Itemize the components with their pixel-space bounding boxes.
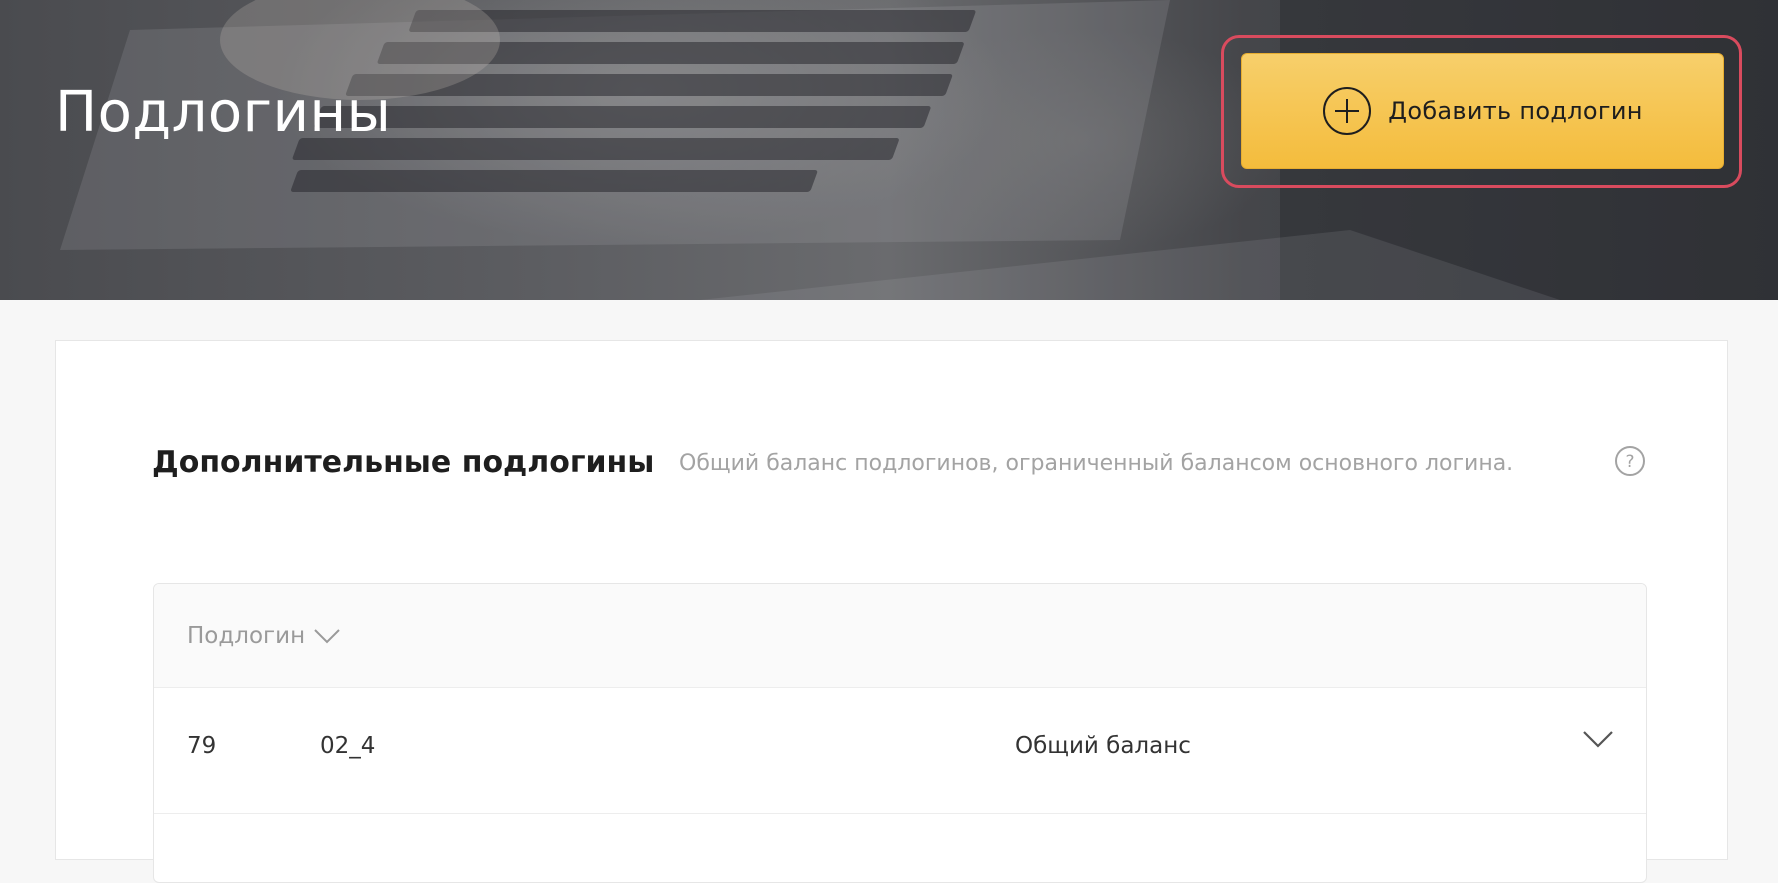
table-row[interactable]: 79 02_4 Общий баланс — [154, 688, 1646, 814]
row-sublogin-name: 02_4 — [320, 733, 376, 759]
chevron-down-icon — [314, 628, 340, 643]
page-title: Подлогины — [55, 80, 392, 145]
header-banner: Подлогины Добавить подлогин — [0, 0, 1778, 300]
svg-text:?: ? — [1625, 452, 1634, 472]
row-balance-type: Общий баланс — [1015, 733, 1191, 759]
table-header: Подлогин — [154, 584, 1646, 688]
section-hint: Общий баланс подлогинов, ограниченный ба… — [679, 451, 1514, 476]
question-circle-icon[interactable]: ? — [1614, 445, 1646, 477]
sublogins-card: Дополнительные подлогины Общий баланс по… — [55, 340, 1728, 883]
row-id: 79 — [187, 733, 217, 759]
sublogins-table: Подлогин 79 02_4 Общий баланс — [153, 583, 1647, 883]
plus-circle-icon — [1323, 87, 1372, 135]
sort-by-sublogin[interactable]: Подлогин — [187, 623, 341, 649]
column-header-sublogin: Подлогин — [187, 622, 306, 649]
add-sublogin-label: Добавить подлогин — [1388, 97, 1643, 125]
section-title: Дополнительные подлогины — [152, 445, 655, 480]
chevron-down-icon[interactable] — [1581, 726, 1615, 754]
add-sublogin-button[interactable]: Добавить подлогин — [1241, 53, 1724, 169]
